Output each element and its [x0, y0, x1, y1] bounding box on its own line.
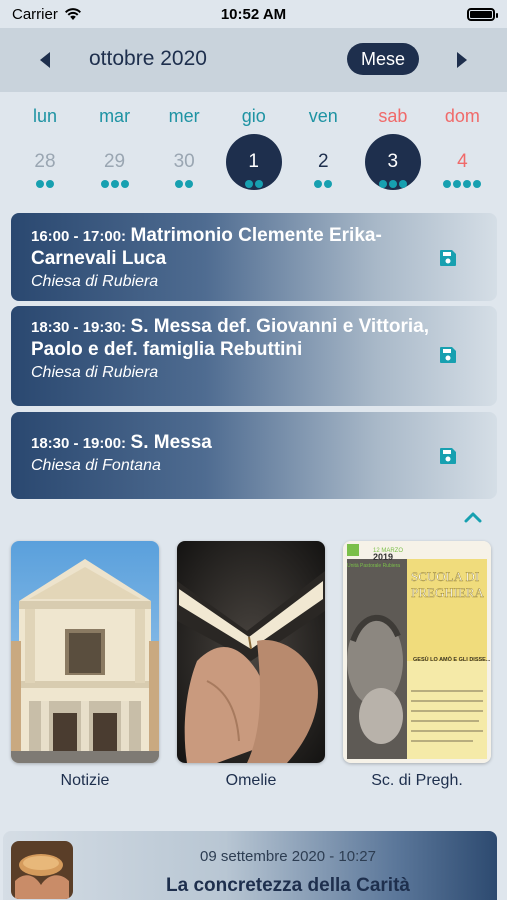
day-column: mar 29 [80, 100, 150, 200]
month-title: ottobre 2020 [89, 47, 207, 70]
event-dot [120, 180, 129, 188]
event-dot [398, 180, 407, 188]
event-card[interactable]: 18:30 - 19:00: S. Messa Chiesa di Fontan… [11, 412, 497, 499]
day-column: sab 3 [358, 100, 428, 200]
caret-right-icon [457, 52, 467, 68]
day-number: 29 [103, 151, 126, 172]
week-strip: lun 28 mar 29 mer 30 gio 1 ven 2 sab 3 dom 4 [10, 100, 497, 200]
event-place: Chiesa di Rubiera [31, 364, 159, 381]
day-number: 4 [457, 151, 468, 172]
previous-month-button[interactable] [25, 28, 65, 92]
event-dot [244, 180, 253, 188]
event-dots [288, 180, 358, 188]
day-number: 28 [34, 151, 56, 172]
bread-hands-image [11, 841, 73, 899]
svg-text:PREGHIERA: PREGHIERA [411, 585, 485, 600]
carrier-label: Carrier [12, 5, 58, 23]
event-place: Chiesa di Rubiera [31, 273, 159, 290]
event-dot [388, 180, 397, 188]
svg-text:Unità Pastorale Rubiera: Unità Pastorale Rubiera [347, 563, 400, 569]
event-dot [378, 180, 387, 188]
event-text: 18:30 - 19:00: S. Messa Chiesa di Fontan… [31, 432, 421, 477]
day-number: 3 [387, 151, 399, 172]
chevron-up-icon[interactable] [462, 508, 484, 526]
event-dots [80, 180, 150, 188]
event-time: 18:30 - 19:30: [31, 319, 127, 336]
day-name: gio [241, 106, 266, 126]
event-text: 16:00 - 17:00: Matrimonio Clemente Erika… [31, 225, 421, 293]
day-name: mer [168, 106, 200, 126]
event-dots [10, 180, 80, 188]
news-date: 09 settembre 2020 - 10:27 [200, 848, 376, 865]
news-card[interactable]: 09 settembre 2020 - 10:27 La concretezza… [3, 831, 497, 900]
svg-text:GESÙ LO AMÒ E GLI DISSE...: GESÙ LO AMÒ E GLI DISSE... [413, 655, 491, 663]
event-dot [254, 180, 263, 188]
day-number: 30 [173, 151, 195, 172]
event-dot [443, 180, 452, 188]
event-dot [110, 180, 119, 188]
event-card[interactable]: 16:00 - 17:00: Matrimonio Clemente Erika… [11, 213, 497, 301]
event-time: 18:30 - 19:00: [31, 435, 127, 452]
event-dot [453, 180, 462, 188]
news-thumbnail [11, 841, 73, 899]
event-place: Chiesa di Fontana [31, 457, 161, 474]
battery-icon [467, 7, 498, 21]
event-text: 18:30 - 19:30: S. Messa def. Giovanni e … [31, 316, 431, 384]
view-mode-button[interactable]: Mese [347, 43, 419, 75]
news-tile[interactable] [11, 541, 159, 763]
homilies-tile[interactable] [177, 541, 325, 763]
day-name: mar [99, 106, 131, 126]
news-tile-label: Notizie [60, 772, 110, 789]
save-icon[interactable] [439, 346, 457, 364]
prayer-school-poster-image: 12 MARZO 2019 Unità Pastorale Rubiera SC… [343, 541, 491, 763]
day-column: dom 4 [427, 100, 497, 200]
svg-text:2019: 2019 [373, 552, 393, 562]
status-bar: Carrier 10:52 AM [0, 0, 507, 28]
day-number: 1 [248, 151, 259, 172]
day-name: dom [444, 106, 480, 126]
event-dots [149, 180, 219, 188]
event-title: S. Messa [130, 432, 212, 453]
event-card[interactable]: 18:30 - 19:30: S. Messa def. Giovanni e … [11, 306, 497, 406]
prayer-school-tile-label: Sc. di Pregh. [371, 772, 463, 789]
svg-text:SCUOLA DI: SCUOLA DI [411, 569, 479, 584]
event-dot [46, 180, 54, 188]
event-dot [36, 180, 44, 188]
event-dot [185, 180, 194, 188]
homilies-tile-label: Omelie [225, 772, 277, 789]
wifi-icon [64, 8, 81, 20]
day-column: gio 1 [219, 100, 289, 200]
event-dot [473, 180, 482, 188]
day-name: sab [378, 106, 408, 126]
day-column: mer 30 [149, 100, 219, 200]
next-month-button[interactable] [442, 28, 482, 92]
event-dot [314, 180, 323, 188]
event-dots [358, 180, 428, 188]
day-name: ven [308, 106, 338, 126]
day-number: 2 [317, 151, 329, 172]
news-title: La concretezza della Carità [166, 875, 410, 896]
event-dot [100, 180, 109, 188]
day-name: lun [32, 106, 58, 126]
event-dot [463, 180, 472, 188]
day-column: ven 2 [288, 100, 358, 200]
save-icon[interactable] [439, 447, 457, 465]
caret-left-icon [40, 52, 50, 68]
event-dots [427, 180, 497, 188]
bible-hands-image [177, 541, 325, 763]
church-facade-image [11, 541, 159, 763]
save-icon[interactable] [439, 249, 457, 267]
day-column: lun 28 [10, 100, 80, 200]
event-dots [219, 180, 289, 188]
event-dot [324, 180, 333, 188]
event-dot [175, 180, 184, 188]
prayer-school-tile[interactable]: 12 MARZO 2019 Unità Pastorale Rubiera SC… [343, 541, 491, 763]
battery-fill [470, 10, 492, 18]
month-header: ottobre 2020 Mese [0, 28, 507, 92]
event-time: 16:00 - 17:00: [31, 228, 127, 245]
